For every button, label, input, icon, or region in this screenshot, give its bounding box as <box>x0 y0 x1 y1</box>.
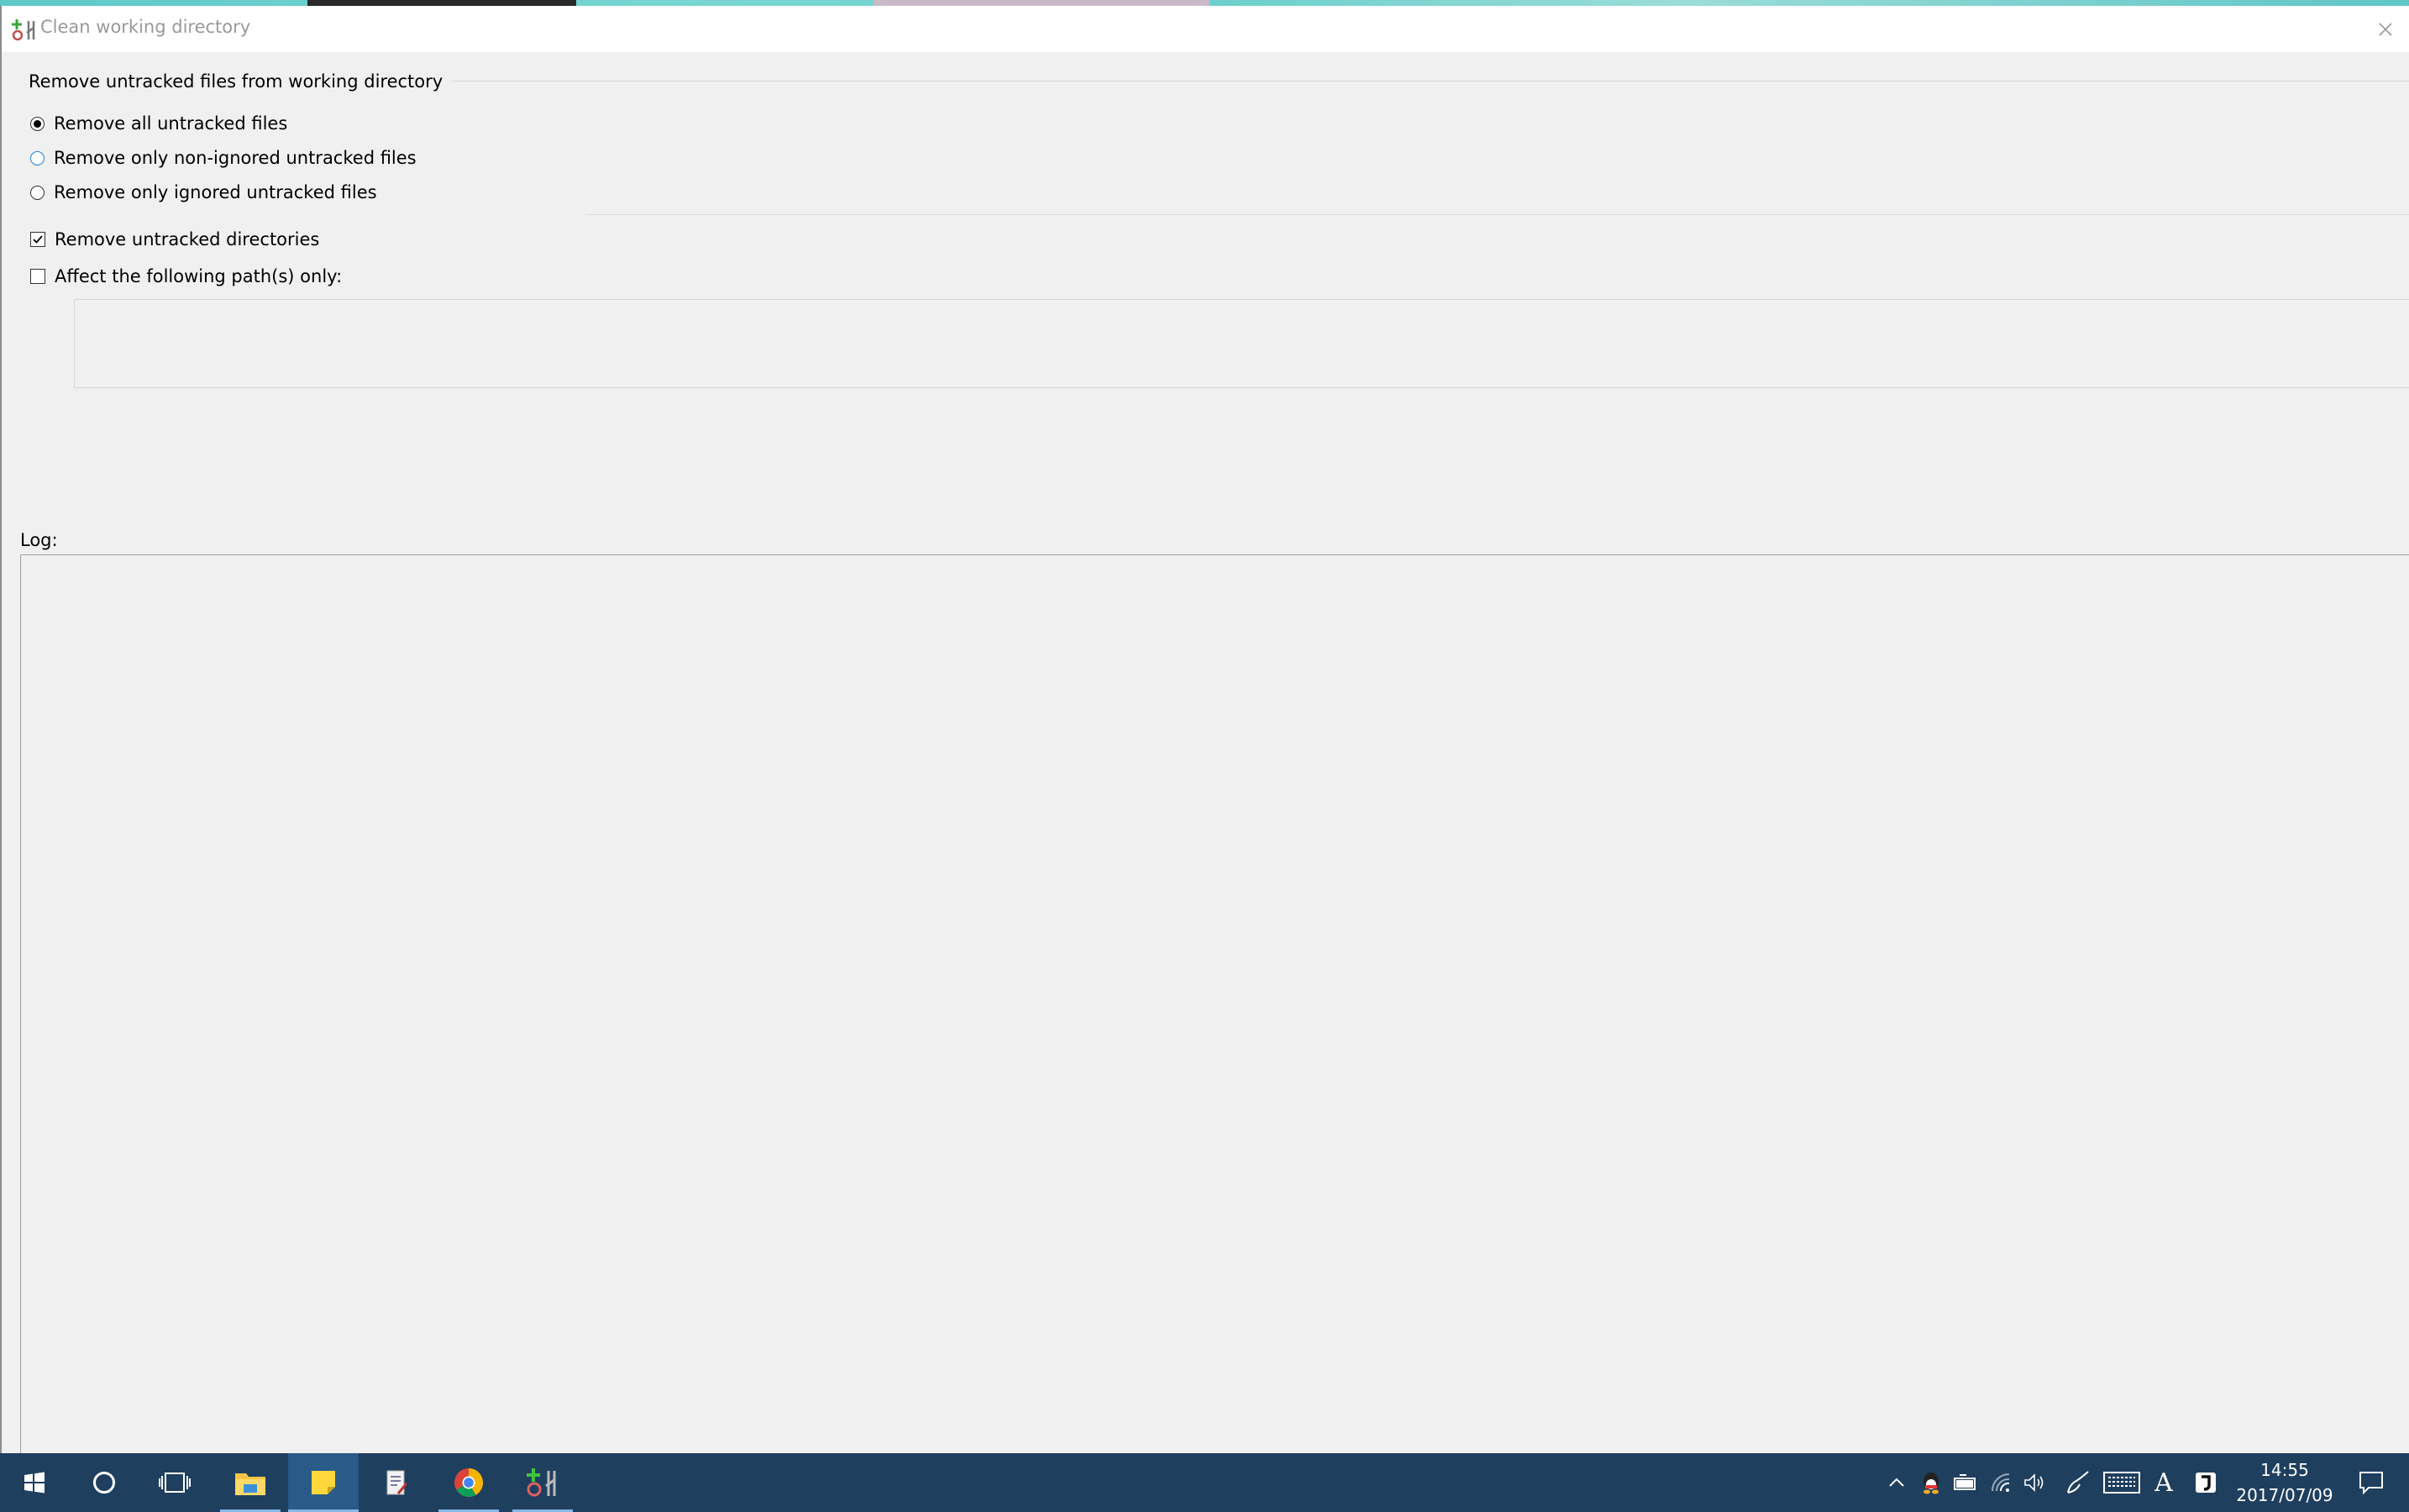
tray-wifi[interactable] <box>1984 1453 2018 1512</box>
cortana-icon <box>93 1472 115 1494</box>
taskbar-sticky-notes[interactable] <box>288 1453 359 1512</box>
background-image-fragment <box>874 0 1210 6</box>
log-output[interactable] <box>20 554 2409 1453</box>
notification-icon <box>2359 1472 2383 1494</box>
sticky-notes-icon <box>312 1471 335 1494</box>
git-extensions-icon <box>12 19 35 41</box>
radio-button[interactable] <box>30 150 45 165</box>
show-hidden-icons-button[interactable] <box>1882 1453 1912 1512</box>
tray-pen[interactable] <box>2060 1453 2097 1512</box>
checkbox-affect-paths[interactable]: Affect the following path(s) only: <box>30 265 342 288</box>
radio-remove-ignored[interactable]: Remove only ignored untracked files <box>30 181 377 204</box>
qq-icon <box>1924 1473 1939 1494</box>
checkbox-unchecked[interactable] <box>30 269 45 284</box>
clock-date: 2017/07/09 <box>2236 1485 2333 1505</box>
tray-battery[interactable] <box>1949 1453 1982 1512</box>
action-center-button[interactable] <box>2350 1453 2392 1512</box>
ime-indicator: A <box>2154 1467 2173 1498</box>
paths-textbox[interactable] <box>74 299 2409 388</box>
task-view-button[interactable] <box>139 1453 210 1512</box>
group-border-bottom <box>585 214 2409 215</box>
cortana-button[interactable] <box>69 1453 139 1512</box>
start-button[interactable] <box>0 1453 69 1512</box>
wifi-icon <box>1992 1473 2010 1492</box>
checkbox-label: Affect the following path(s) only: <box>55 266 343 286</box>
document-icon <box>386 1470 408 1495</box>
check-icon <box>33 235 43 244</box>
taskbar-git-extensions[interactable] <box>512 1453 573 1512</box>
tray-qq[interactable] <box>1915 1453 1947 1512</box>
taskbar: A 14:55 2017/07/09 <box>0 1453 2409 1512</box>
radio-button-selected[interactable] <box>30 116 45 131</box>
keyboard-icon <box>2103 1472 2140 1494</box>
background-window-tab <box>307 0 576 6</box>
title-bar: Clean working directory <box>2 6 2409 52</box>
radio-remove-all[interactable]: Remove all untracked files <box>30 112 287 135</box>
chrome-icon <box>454 1468 483 1497</box>
window-title: Clean working directory <box>40 17 251 37</box>
system-clock[interactable]: 14:55 2017/07/09 <box>2226 1453 2343 1512</box>
tray-app[interactable] <box>2189 1453 2223 1512</box>
start-icon <box>24 1472 45 1494</box>
radio-label: Remove only ignored untracked files <box>54 182 377 202</box>
clock-time: 14:55 <box>2260 1460 2309 1480</box>
git-extensions-icon <box>527 1468 556 1497</box>
taskbar-file-explorer[interactable] <box>220 1453 281 1512</box>
taskbar-document-app[interactable] <box>366 1453 427 1512</box>
pen-icon <box>2067 1471 2089 1494</box>
checkbox-label: Remove untracked directories <box>55 229 320 249</box>
volume-icon <box>2024 1473 2044 1492</box>
tray-ime[interactable]: A <box>2147 1453 2181 1512</box>
close-button[interactable] <box>2360 6 2409 52</box>
tray-volume[interactable] <box>2018 1453 2051 1512</box>
app-tray-icon <box>2196 1473 2216 1493</box>
checkbox-checked[interactable] <box>30 232 45 247</box>
group-title: Remove untracked files from working dire… <box>29 71 452 92</box>
task-view-icon <box>159 1473 191 1493</box>
radio-label: Remove all untracked files <box>54 113 288 134</box>
battery-icon <box>1954 1474 1976 1490</box>
chevron-up-icon <box>1889 1478 1904 1487</box>
clean-dialog: Clean working directory Remove untracked… <box>0 6 2409 1453</box>
taskbar-chrome[interactable] <box>438 1453 499 1512</box>
close-icon <box>2379 22 2392 36</box>
radio-remove-non-ignored[interactable]: Remove only non-ignored untracked files <box>30 146 417 170</box>
radio-label: Remove only non-ignored untracked files <box>54 148 417 168</box>
radio-button[interactable] <box>30 185 45 200</box>
checkbox-remove-directories[interactable]: Remove untracked directories <box>30 228 319 251</box>
tray-touch-keyboard[interactable] <box>2100 1453 2144 1512</box>
desktop-background-strip <box>0 0 2409 6</box>
file-explorer-icon <box>235 1473 265 1495</box>
log-label: Log: <box>20 530 58 550</box>
